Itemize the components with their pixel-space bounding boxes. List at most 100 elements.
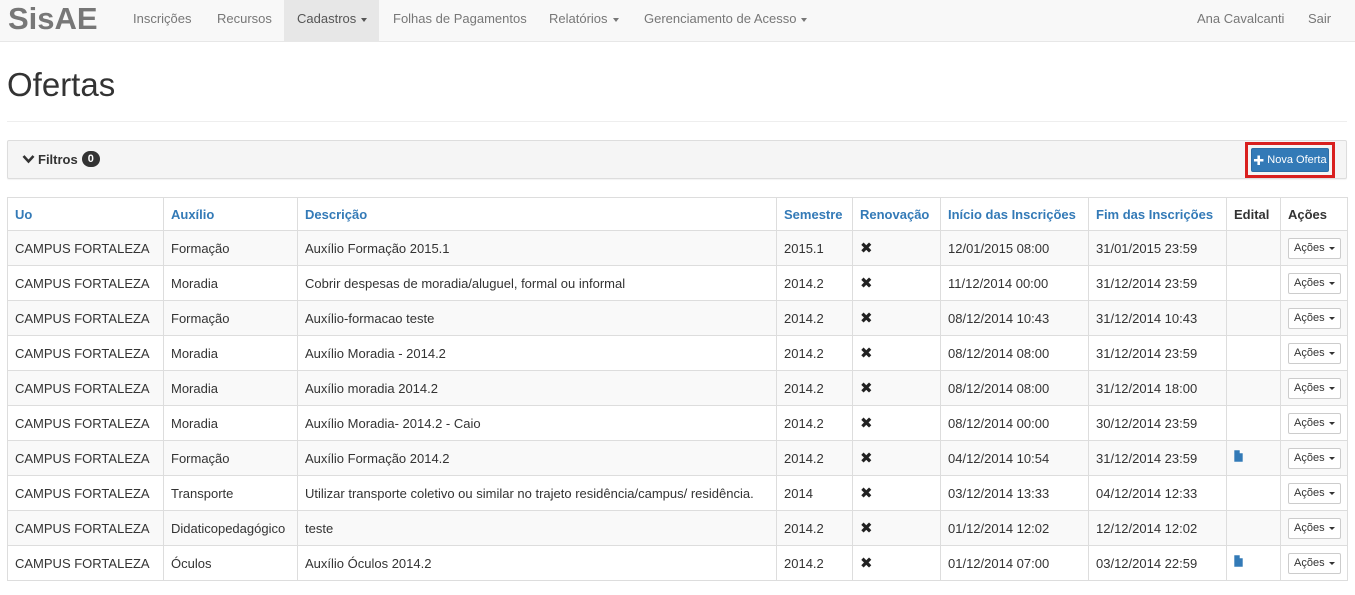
actions-dropdown-button[interactable]: Ações [1288,272,1341,294]
actions-label: Ações [1294,382,1325,394]
cell-renovacao: ✖ [852,265,941,301]
column-header-fim[interactable]: Fim das Inscrições [1088,197,1227,231]
nav-item-cadastros[interactable]: Cadastros [284,0,379,41]
cell-inicio: 08/12/2014 08:00 [940,370,1089,406]
file-icon[interactable] [1234,555,1243,568]
cell-uo: CAMPUS FORTALEZA [7,545,164,581]
cell-uo: CAMPUS FORTALEZA [7,370,164,406]
caret-down-icon [1328,421,1335,425]
nav-item-folhas-de-pagamentos[interactable]: Folhas de Pagamentos [379,0,535,41]
filters-panel: Filtros 0 ✚ Nova Oferta [7,140,1347,179]
actions-dropdown-button[interactable]: Ações [1288,237,1341,259]
actions-label: Ações [1294,487,1325,499]
cell-uo: CAMPUS FORTALEZA [7,300,164,336]
column-header-acoes: Ações [1280,197,1348,231]
cell-descricao: teste [297,510,777,546]
filters-toggle[interactable]: Filtros 0 [22,151,100,167]
cell-auxilio: Óculos [163,545,298,581]
cell-acoes: Ações [1280,545,1348,581]
table-row: CAMPUS FORTALEZA Moradia Auxílio Moradia- … [7,405,1348,441]
nav-user-name[interactable]: Ana Cavalcanti [1183,0,1294,41]
cell-inicio: 04/12/2014 10:54 [940,440,1089,476]
cell-uo: CAMPUS FORTALEZA [7,405,164,441]
column-header-descricao[interactable]: Descrição [297,197,777,231]
cell-fim: 31/12/2014 18:00 [1088,370,1227,406]
actions-dropdown-button[interactable]: Ações [1288,342,1341,364]
cell-inicio: 01/12/2014 12:02 [940,510,1089,546]
cell-auxilio: Moradia [163,370,298,406]
cell-fim: 31/12/2014 10:43 [1088,300,1227,336]
cell-acoes: Ações [1280,475,1348,511]
filters-label: Filtros [38,151,78,167]
nav-item-recursos[interactable]: Recursos [203,0,284,41]
column-header-renovacao[interactable]: Renovação [852,197,941,231]
cell-descricao: Auxílio moradia 2014.2 [297,370,777,406]
cell-renovacao: ✖ [852,335,941,371]
table-header-row: Uo Auxílio Descrição Semestre Renovação … [7,197,1348,231]
column-header-semestre[interactable]: Semestre [776,197,853,231]
cell-acoes: Ações [1280,300,1348,336]
cell-semestre: 2014.2 [776,545,853,581]
nav-item-inscricoes[interactable]: Inscrições [120,0,203,41]
table-row: CAMPUS FORTALEZA Formação Auxílio Formação… [7,440,1348,476]
cell-descricao: Auxílio Óculos 2014.2 [297,545,777,581]
cell-descricao: Cobrir despesas de moradia/aluguel, form… [297,265,777,301]
cell-auxilio: Transporte [163,475,298,511]
actions-label: Ações [1294,347,1325,359]
actions-dropdown-button[interactable]: Ações [1288,307,1341,329]
column-header-auxilio[interactable]: Auxílio [163,197,298,231]
x-mark-icon: ✖ [860,485,873,502]
brand-logo[interactable]: SisAE [8,0,98,40]
new-offer-button[interactable]: ✚ Nova Oferta [1251,148,1329,172]
column-header-uo[interactable]: Uo [7,197,164,231]
cell-descricao: Auxílio Formação 2014.2 [297,440,777,476]
cell-uo: CAMPUS FORTALEZA [7,335,164,371]
caret-down-icon [612,17,619,22]
x-mark-icon: ✖ [860,555,873,572]
actions-label: Ações [1294,557,1325,569]
cell-uo: CAMPUS FORTALEZA [7,510,164,546]
cell-renovacao: ✖ [852,405,941,441]
cell-renovacao: ✖ [852,510,941,546]
nav-logout-link[interactable]: Sair [1294,0,1344,41]
cell-semestre: 2014.2 [776,335,853,371]
cell-fim: 30/12/2014 23:59 [1088,405,1227,441]
cell-auxilio: Moradia [163,265,298,301]
cell-renovacao: ✖ [852,300,941,336]
caret-down-icon [1328,561,1335,565]
column-header-inicio[interactable]: Início das Inscrições [940,197,1089,231]
page-title: Ofertas [7,66,116,103]
nav-item-gerenciamento-de-acesso[interactable]: Gerenciamento de Acesso [630,0,820,41]
cell-acoes: Ações [1280,265,1348,301]
x-mark-icon: ✖ [860,345,873,362]
actions-label: Ações [1294,242,1325,254]
actions-dropdown-button[interactable]: Ações [1288,552,1341,574]
cell-inicio: 08/12/2014 00:00 [940,405,1089,441]
table-row: CAMPUS FORTALEZA Moradia Auxílio moradia 2… [7,370,1348,406]
cell-edital [1226,230,1281,266]
cell-renovacao: ✖ [852,475,941,511]
x-mark-icon: ✖ [860,520,873,537]
actions-dropdown-button[interactable]: Ações [1288,517,1341,539]
cell-fim: 31/01/2015 23:59 [1088,230,1227,266]
x-mark-icon: ✖ [860,310,873,327]
cell-semestre: 2014.2 [776,440,853,476]
cell-descricao: Auxílio-formacao teste [297,300,777,336]
caret-down-icon [1328,456,1335,460]
x-mark-icon: ✖ [860,450,873,467]
cell-descricao: Auxílio Moradia - 2014.2 [297,335,777,371]
column-header-edital: Edital [1226,197,1281,231]
offers-table: Uo Auxílio Descrição Semestre Renovação … [7,197,1348,581]
actions-dropdown-button[interactable]: Ações [1288,482,1341,504]
cell-edital [1226,510,1281,546]
actions-dropdown-button[interactable]: Ações [1288,377,1341,399]
cell-semestre: 2014.2 [776,370,853,406]
cell-auxilio: Didaticopedagógico [163,510,298,546]
file-icon[interactable] [1234,450,1243,463]
table-row: CAMPUS FORTALEZA Moradia Auxílio Moradia -… [7,335,1348,371]
actions-label: Ações [1294,277,1325,289]
nav-item-relatorios[interactable]: Relatórios [535,0,630,41]
actions-dropdown-button[interactable]: Ações [1288,447,1341,469]
actions-dropdown-button[interactable]: Ações [1288,412,1341,434]
cell-descricao: Auxílio Moradia- 2014.2 - Caio [297,405,777,441]
